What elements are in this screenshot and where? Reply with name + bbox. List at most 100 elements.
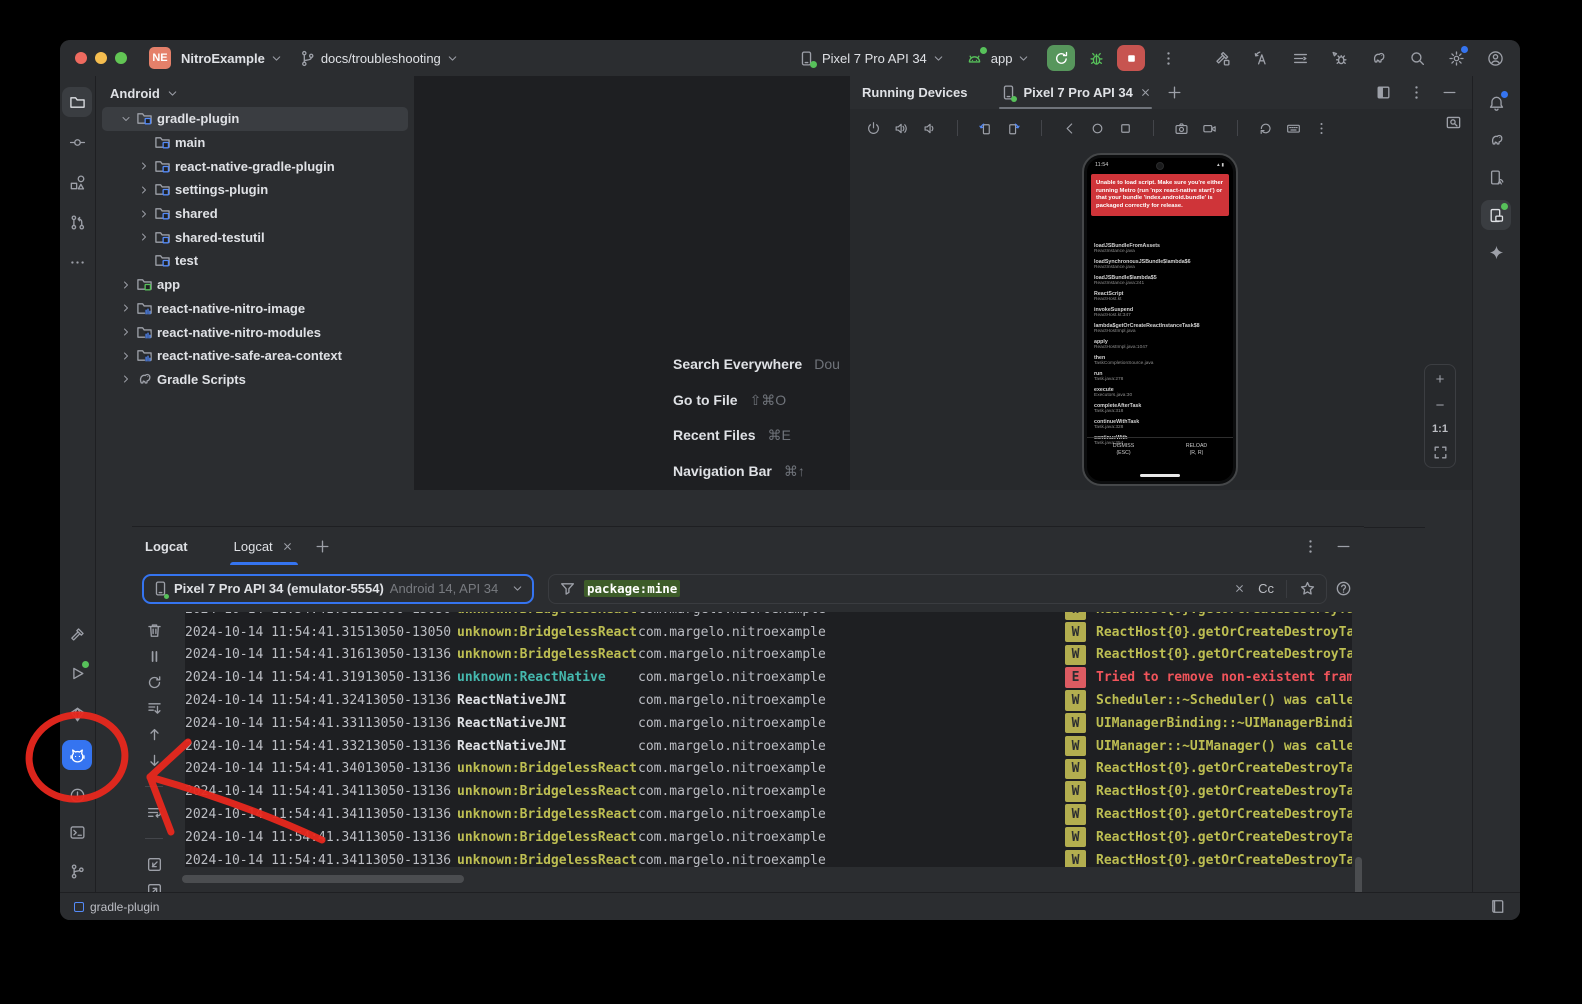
tool-strip-button[interactable] [62,856,92,886]
fit-screen-icon[interactable] [1432,444,1449,461]
logcat-toolbar-button[interactable] [142,853,166,875]
emulator-toolbar-button[interactable] [1056,116,1082,140]
tool-strip-button[interactable] [62,87,92,117]
titlebar-tool-button[interactable] [1328,47,1350,69]
log-row[interactable]: 2024-10-14 11:54:41.340 13050-13136 unkn… [185,758,1352,781]
zoom-out-button[interactable]: − [1429,397,1451,414]
emulator-toolbar-button[interactable] [1084,116,1110,140]
tool-strip-button[interactable] [62,817,92,847]
tool-strip-button[interactable] [62,127,92,157]
emulator-toolbar-button[interactable] [1168,116,1194,140]
device-selector[interactable]: Pixel 7 Pro API 34 [795,47,945,69]
logcat-toolbar-button[interactable] [142,697,166,719]
log-row[interactable]: 2024-10-14 11:54:41.324 13050-13136 Reac… [185,689,1352,712]
logcat-toolbar-button[interactable] [142,749,166,771]
run-config-selector[interactable]: app [964,47,1031,69]
rerun-button[interactable] [1047,45,1075,71]
tree-chevron-icon[interactable] [117,279,134,291]
tool-strip-button[interactable] [1481,125,1511,155]
emulator-toolbar-button[interactable] [916,116,942,140]
emulator-toolbar-button[interactable] [1224,116,1250,140]
log-row[interactable]: 2024-10-14 11:54:41.341 13050-13136 unkn… [185,780,1352,803]
tree-chevron-icon[interactable] [117,373,134,385]
titlebar-tool-button[interactable] [1406,47,1428,69]
titlebar-tool-button[interactable] [1367,47,1389,69]
emulator-toolbar-button[interactable] [972,116,998,140]
titlebar-tool-button[interactable] [1211,47,1233,69]
log-row[interactable]: 2024-10-14 11:54:41.319 13050-13136 unkn… [185,666,1352,689]
debug-button[interactable] [1082,45,1110,71]
tree-chevron-icon[interactable] [135,231,152,243]
logcat-toolbar-button[interactable] [142,619,166,641]
titlebar-tool-button[interactable] [1289,47,1311,69]
tool-strip-button[interactable] [1481,200,1511,230]
logcat-device-selector[interactable]: Pixel 7 Pro API 34 (emulator-5554) Andro… [142,574,534,604]
emulator-toolbar-button[interactable] [1140,116,1166,140]
log-row[interactable]: 2024-10-14 11:54:41.332 13050-13136 Reac… [185,735,1352,758]
tool-strip-button[interactable] [62,699,92,729]
layout-icon[interactable] [1375,84,1392,101]
emulator-toolbar-button[interactable] [944,116,970,140]
tree-chevron-icon[interactable] [117,113,134,125]
titlebar-tool-button[interactable] [1445,47,1467,69]
tree-item[interactable]: app [102,273,408,297]
tree-item[interactable]: main [102,131,408,155]
reload-button[interactable]: RELOAD (R, R) [1186,443,1207,457]
tree-chevron-icon[interactable] [117,326,134,338]
new-logcat-tab-icon[interactable] [314,538,331,555]
tree-item[interactable]: react-native-gradle-plugin [102,154,408,178]
log-row[interactable]: 2024-10-14 11:54:41.341 13050-13136 unkn… [185,826,1352,849]
horizontal-scrollbar[interactable] [182,875,464,883]
tree-chevron-icon[interactable] [117,302,134,314]
emulator-toolbar-button[interactable] [1196,116,1222,140]
tree-item[interactable]: shared-testutil [102,225,408,249]
logcat-toolbar-button[interactable] [142,645,166,667]
favorite-filter-icon[interactable] [1299,580,1316,597]
tree-chevron-icon[interactable] [117,350,134,362]
logcat-toolbar-button[interactable] [142,723,166,745]
emulator-toolbar-button[interactable] [1308,116,1334,140]
logcat-output[interactable]: 2024-10-14 11:54:41.313 13050-13050 unkn… [185,612,1352,867]
titlebar-tool-button[interactable] [1250,47,1272,69]
help-icon[interactable] [1335,580,1352,597]
window-zoom-button[interactable] [115,52,127,64]
log-row[interactable]: 2024-10-14 11:54:41.313 13050-13050 unkn… [185,612,1352,621]
logcat-options-icon[interactable] [1302,538,1319,555]
tree-chevron-icon[interactable] [135,184,152,196]
tool-strip-button[interactable] [62,167,92,197]
filter-funnel-icon[interactable] [559,580,576,597]
project-view-selector[interactable]: Android [96,76,414,107]
panel-options-icon[interactable] [1408,84,1425,101]
emulator-toolbar-button[interactable] [1028,116,1054,140]
status-module[interactable]: gradle-plugin [74,900,159,914]
tree-item[interactable]: react-native-nitro-image [102,297,408,321]
emulator-toolbar-button[interactable] [1000,116,1026,140]
tool-strip-button[interactable] [62,658,92,688]
window-close-button[interactable] [75,52,87,64]
logcat-tab[interactable]: Logcat [230,527,298,565]
tool-strip-button[interactable] [62,780,92,810]
project-selector[interactable]: NitroExample [181,51,283,66]
tool-strip-button[interactable] [1481,237,1511,267]
emulator-toolbar-button[interactable] [860,116,886,140]
more-actions-icon[interactable] [1160,50,1177,67]
tree-chevron-icon[interactable] [135,208,152,220]
emulator-toolbar-button[interactable] [1280,116,1306,140]
reader-mode-icon[interactable] [1489,898,1506,915]
stop-button[interactable] [1117,45,1145,71]
add-device-tab-icon[interactable] [1166,84,1183,101]
logcat-toolbar-button[interactable] [142,827,166,849]
emulator-phone[interactable]: 11:54 ▲▮ Unable to load script. Make sur… [1082,153,1238,486]
tree-chevron-icon[interactable] [135,160,152,172]
tree-item[interactable]: react-native-nitro-modules [102,320,408,344]
hide-panel-icon[interactable] [1441,84,1458,101]
tree-item[interactable]: test [102,249,408,273]
emulator-screen[interactable]: 11:54 ▲▮ Unable to load script. Make sur… [1087,158,1233,481]
running-devices-tab[interactable]: Pixel 7 Pro API 34 [999,76,1151,109]
logcat-toolbar-button[interactable] [142,671,166,693]
branch-selector[interactable]: docs/troubleshooting [299,50,459,67]
tool-strip-button[interactable] [62,247,92,277]
tree-item[interactable]: react-native-safe-area-context [102,344,408,368]
tool-strip-button[interactable] [62,740,92,770]
zoom-reset-button[interactable]: 1:1 [1432,423,1448,435]
